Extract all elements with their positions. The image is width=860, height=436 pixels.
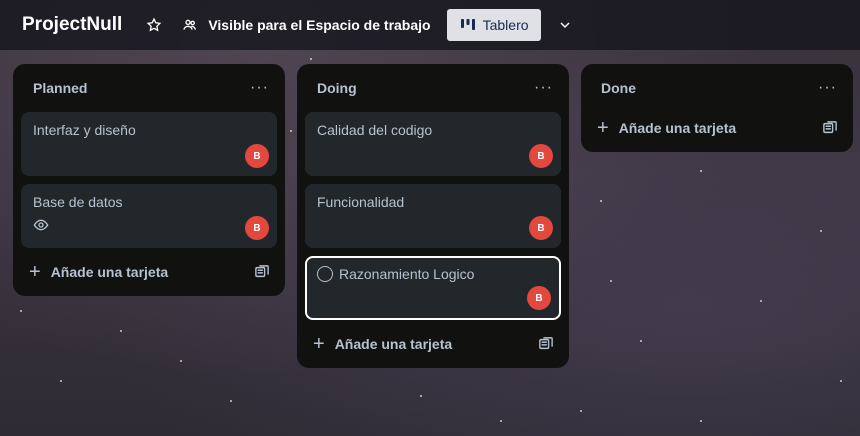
list-menu-button[interactable]: ··· — [534, 80, 553, 96]
board-view-icon — [459, 13, 477, 37]
visibility-button[interactable]: Visible para el Espacio de trabajo — [178, 13, 431, 37]
list-menu-button[interactable]: ··· — [818, 80, 837, 96]
card-base-de-datos[interactable]: Base de datos B — [21, 184, 277, 248]
board-view-label: Tablero — [482, 17, 529, 33]
avatar[interactable]: B — [529, 144, 553, 168]
add-card-label: Añade una tarjeta — [618, 120, 737, 136]
card-interfaz-y-diseno[interactable]: Interfaz y diseño B — [21, 112, 277, 176]
add-card-button[interactable]: + Añade una tarjeta — [597, 118, 736, 138]
card-title-row: Razonamiento Logico — [317, 266, 549, 282]
add-card-row: + Añade una tarjeta — [589, 112, 845, 144]
card-title: Calidad del codigo — [317, 122, 433, 138]
card-title: Funcionalidad — [317, 194, 405, 210]
card-funcionalidad[interactable]: Funcionalidad B — [305, 184, 561, 248]
list-title[interactable]: Planned — [33, 80, 87, 96]
watching-eye-icon — [33, 217, 49, 238]
list-header: Planned ··· — [21, 64, 277, 112]
avatar[interactable]: B — [529, 216, 553, 240]
add-card-button[interactable]: + Añade una tarjeta — [313, 334, 452, 354]
card-title: Base de datos — [33, 194, 123, 210]
plus-icon: + — [597, 117, 609, 139]
plus-icon: + — [29, 261, 41, 283]
complete-checkbox-icon[interactable] — [317, 266, 333, 282]
board-title[interactable]: ProjectNull — [22, 14, 122, 36]
add-card-label: Añade una tarjeta — [50, 264, 169, 280]
card-template-icon[interactable] — [823, 121, 837, 135]
list-done: Done ··· + Añade una tarjeta — [581, 64, 853, 152]
list-header: Done ··· — [589, 64, 845, 112]
avatar[interactable]: B — [245, 216, 269, 240]
card-calidad-del-codigo[interactable]: Calidad del codigo B — [305, 112, 561, 176]
card-title: Interfaz y diseño — [33, 122, 136, 138]
board-header: ProjectNull Visible para el Espacio de t… — [0, 0, 860, 50]
add-card-button[interactable]: + Añade una tarjeta — [29, 262, 168, 282]
visibility-label: Visible para el Espacio de trabajo — [208, 17, 431, 33]
card-template-icon[interactable] — [539, 337, 553, 351]
card-title: Razonamiento Logico — [339, 266, 475, 282]
chevron-down-icon[interactable] — [553, 13, 577, 37]
add-card-row: + Añade una tarjeta — [21, 256, 277, 288]
list-header: Doing ··· — [305, 64, 561, 112]
list-title[interactable]: Done — [601, 80, 636, 96]
list-planned: Planned ··· Interfaz y diseño B Base de … — [13, 64, 285, 296]
card-template-icon[interactable] — [255, 265, 269, 279]
list-menu-button[interactable]: ··· — [250, 80, 269, 96]
add-card-label: Añade una tarjeta — [334, 336, 453, 352]
workspace-visibility-icon — [178, 13, 202, 37]
list-doing: Doing ··· Calidad del codigo B Funcional… — [297, 64, 569, 368]
avatar[interactable]: B — [245, 144, 269, 168]
add-card-row: + Añade una tarjeta — [305, 328, 561, 360]
card-razonamiento-logico[interactable]: Razonamiento Logico B — [305, 256, 561, 320]
board-view-button[interactable]: Tablero — [446, 9, 541, 41]
star-icon[interactable] — [142, 13, 166, 37]
avatar[interactable]: B — [527, 286, 551, 310]
plus-icon: + — [313, 333, 325, 355]
list-title[interactable]: Doing — [317, 80, 357, 96]
